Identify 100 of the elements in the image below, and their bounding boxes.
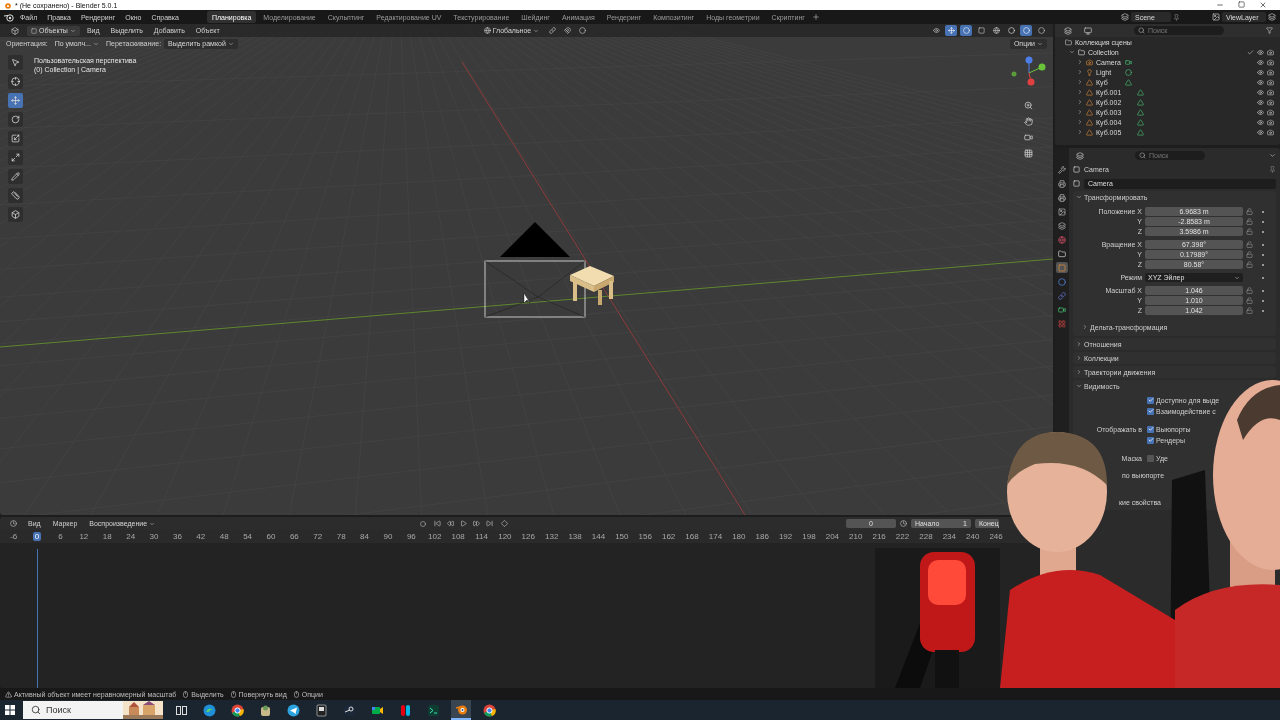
eye-icon: [1257, 78, 1264, 86]
wireframe-button[interactable]: [990, 25, 1002, 36]
rewind-button[interactable]: [446, 518, 456, 529]
eye-icon: [1257, 98, 1264, 106]
chevron-right-icon[interactable]: [1077, 119, 1083, 125]
chevron-right-icon[interactable]: [1077, 69, 1083, 75]
jump-start-button[interactable]: [433, 518, 443, 529]
tool-button[interactable]: [8, 112, 23, 127]
chevron-right-icon[interactable]: [1077, 129, 1083, 135]
blender-logo-icon[interactable]: [4, 12, 14, 22]
globe-icon: [1058, 235, 1066, 244]
render-button[interactable]: [1035, 25, 1047, 36]
chevron-down-icon: [92, 40, 99, 47]
solid-button[interactable]: [1005, 25, 1017, 36]
chevron-down-icon[interactable]: [1069, 49, 1075, 55]
transform-icon: [11, 153, 20, 162]
windows-start-icon[interactable]: [5, 705, 15, 715]
lock-icon: [1246, 307, 1253, 314]
render-icon: [1267, 68, 1274, 76]
add-icon[interactable]: [811, 13, 820, 21]
properties-tab[interactable]: [1056, 192, 1068, 203]
forward-button[interactable]: [472, 518, 482, 529]
zoom-button[interactable]: [1022, 99, 1034, 111]
filter-button[interactable]: [1263, 25, 1275, 36]
properties-tab[interactable]: [1056, 206, 1068, 217]
gizmo-button[interactable]: [945, 25, 957, 36]
close-icon[interactable]: [1259, 1, 1267, 9]
xray-button[interactable]: [975, 25, 987, 36]
properties-tab[interactable]: [1056, 276, 1068, 287]
link-icon: [548, 27, 556, 34]
jump-end-button[interactable]: [485, 518, 495, 529]
switch-icon: [398, 703, 412, 717]
play-icon: [460, 520, 468, 527]
playhead[interactable]: 0: [32, 532, 42, 541]
chevron-right-icon[interactable]: [1077, 99, 1083, 105]
properties-tab[interactable]: [1056, 304, 1068, 315]
checkbox[interactable]: [1147, 425, 1154, 433]
properties-tab[interactable]: [1056, 164, 1068, 175]
pivot-button[interactable]: [546, 25, 559, 36]
chevron-down-icon: [227, 40, 234, 47]
checkbox[interactable]: [1147, 407, 1154, 415]
frame-number: 102: [428, 532, 442, 541]
frame-number: 96: [406, 532, 416, 541]
view-layer-icon[interactable]: [1212, 13, 1220, 21]
render-icon: [1267, 88, 1274, 96]
taskbar-search-field[interactable]: Поиск: [23, 701, 163, 719]
tool-button[interactable]: [8, 55, 23, 70]
light-data-icon: [1125, 68, 1132, 76]
properties-tab[interactable]: [1056, 248, 1068, 259]
chevron-right-icon[interactable]: [1077, 79, 1083, 85]
restore-icon[interactable]: [1238, 1, 1245, 8]
checkbox[interactable]: [1147, 436, 1154, 444]
chrome-icon: [482, 703, 496, 717]
tool-button[interactable]: [8, 150, 23, 165]
layers-icon[interactable]: [1268, 13, 1276, 21]
taskbar-app-button[interactable]: [451, 700, 471, 720]
editor-type-button[interactable]: [1073, 150, 1087, 161]
tool-button[interactable]: [8, 131, 23, 146]
tool-button[interactable]: [8, 207, 23, 222]
circle-icon: [1058, 277, 1066, 286]
proportional-button[interactable]: [576, 25, 589, 36]
frame-number: 78: [336, 532, 346, 541]
frame-number: 198: [802, 532, 816, 541]
axis-gizmo-icon[interactable]: [1009, 55, 1047, 87]
play-button[interactable]: [459, 518, 469, 529]
chevron-right-icon[interactable]: [1077, 59, 1083, 65]
chevron-right-icon[interactable]: [1077, 109, 1083, 115]
properties-tab[interactable]: [1056, 262, 1068, 273]
square-icon: [1058, 263, 1066, 272]
checkbox[interactable]: [1147, 396, 1154, 404]
frame-number: 204: [825, 532, 840, 541]
clock-icon: [9, 520, 17, 527]
render-icon: [1267, 98, 1274, 106]
camera-data-icon: [1125, 58, 1132, 66]
lock-icon: [1246, 297, 1253, 304]
tool-button[interactable]: [8, 169, 23, 184]
visibility-button[interactable]: [930, 25, 942, 36]
properties-tab[interactable]: [1056, 178, 1068, 189]
tool-button[interactable]: [8, 188, 23, 203]
snap-button[interactable]: [561, 25, 574, 36]
pin-icon[interactable]: [1173, 13, 1180, 21]
scene-icon[interactable]: [1121, 13, 1129, 21]
tool-button[interactable]: [8, 74, 23, 89]
mouse-icon: [292, 690, 300, 698]
properties-tab[interactable]: [1056, 220, 1068, 231]
tool-button[interactable]: [8, 93, 23, 108]
material-button[interactable]: [1020, 25, 1032, 36]
frame-number: 6: [58, 532, 63, 541]
properties-tab[interactable]: [1056, 234, 1068, 245]
ortho-button[interactable]: [1022, 147, 1034, 159]
pan-button[interactable]: [1022, 115, 1034, 127]
chevron-right-icon[interactable]: [1077, 89, 1083, 95]
terminal-icon: [426, 703, 440, 717]
chrome-icon: [230, 703, 244, 717]
telegram-icon: [286, 703, 300, 717]
chevron-right-icon: [1076, 341, 1082, 347]
chevron-down-icon: [1269, 152, 1276, 159]
overlay-button[interactable]: [960, 25, 972, 36]
keyframe-button[interactable]: [498, 518, 511, 529]
checkbox[interactable]: [1147, 454, 1154, 462]
